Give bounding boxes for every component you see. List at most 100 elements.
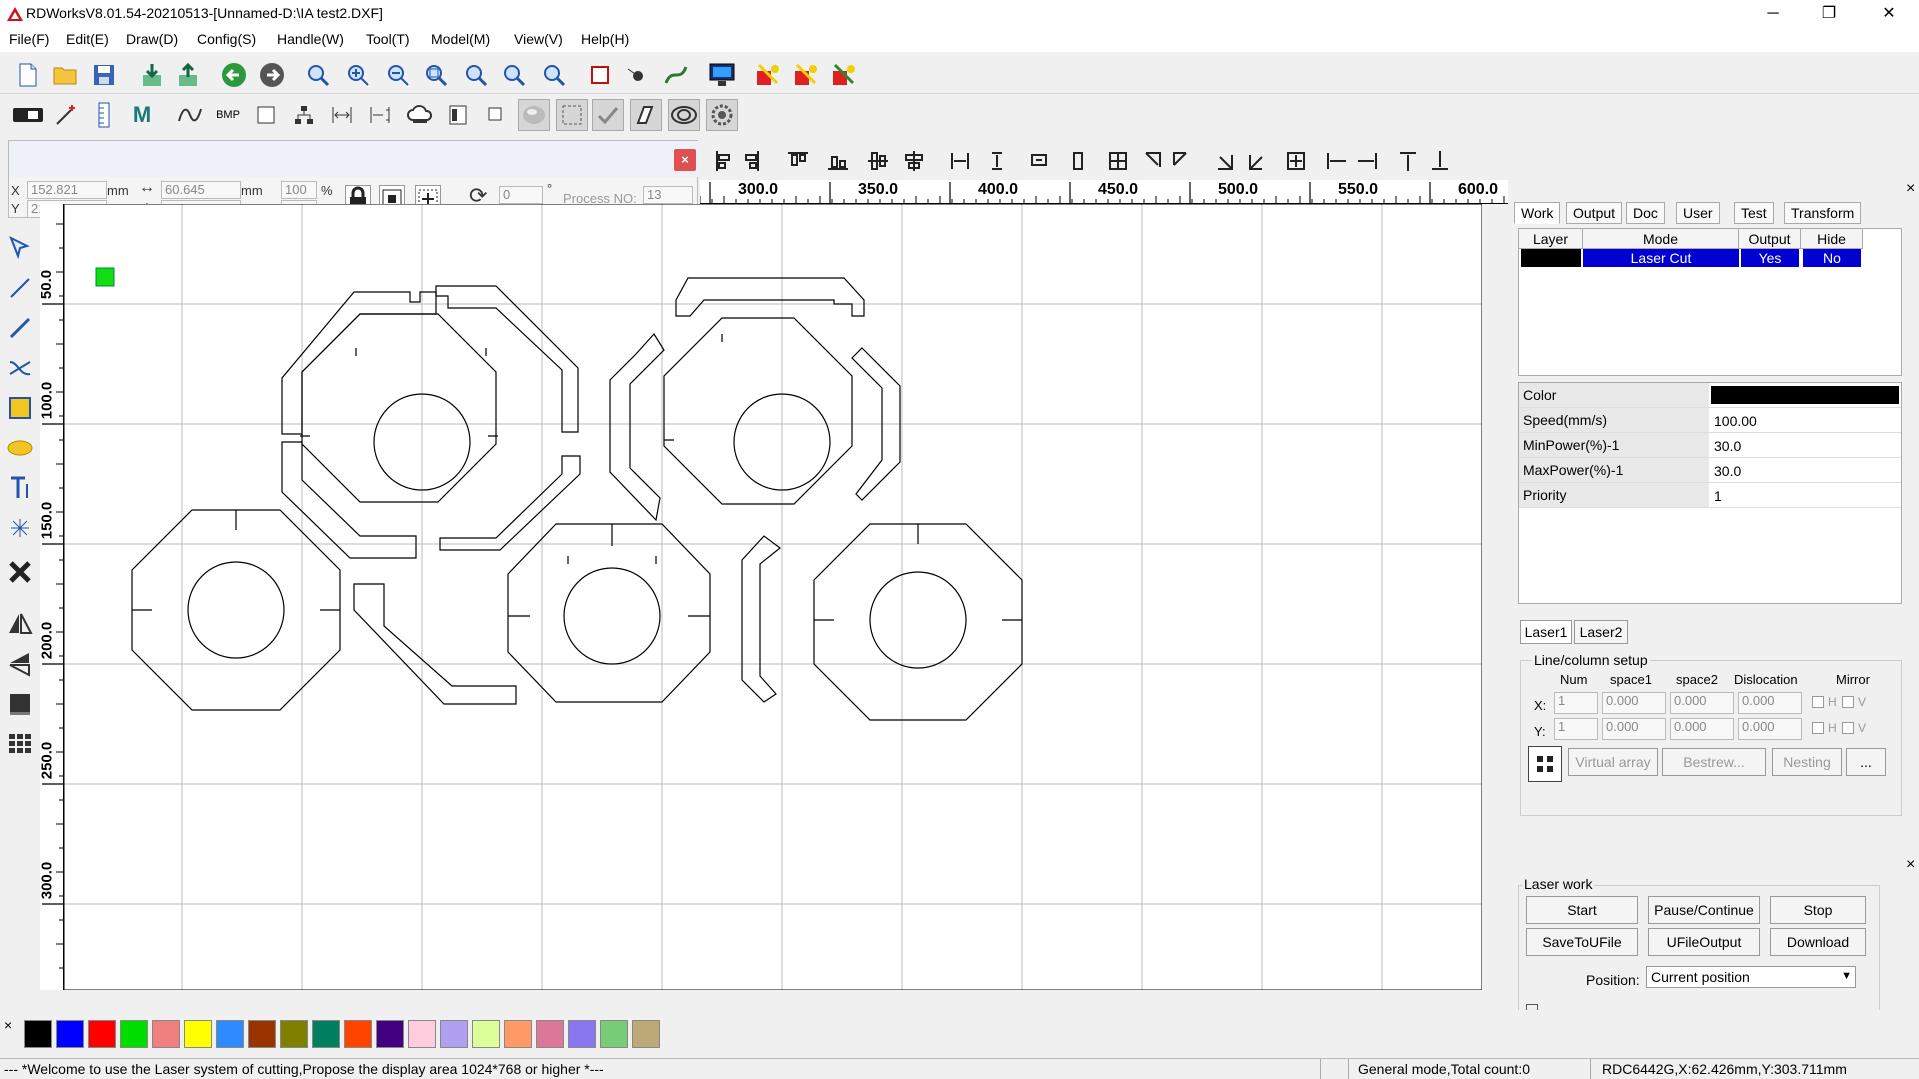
restore-button[interactable]: ❐ [1806, 0, 1852, 28]
monitor-icon[interactable] [706, 59, 738, 91]
menu-file[interactable]: File(F) [9, 31, 49, 47]
x-position-field[interactable]: 152.821 [27, 181, 107, 199]
menu-handle[interactable]: Handle(W) [277, 31, 344, 47]
position-select[interactable]: Current position ▼ [1646, 966, 1856, 988]
move-top-right-icon[interactable] [1173, 152, 1187, 166]
color-swatch[interactable] [632, 1020, 660, 1048]
align-right-icon[interactable] [745, 151, 759, 171]
curve-edit-icon[interactable] [4, 352, 36, 384]
export-icon[interactable] [172, 59, 204, 91]
color-swatch[interactable] [24, 1020, 52, 1048]
mirror-x-v-checkbox[interactable] [1842, 696, 1854, 708]
color-swatch[interactable] [408, 1020, 436, 1048]
height-fit-icon[interactable] [364, 99, 396, 131]
zoom-selected-icon[interactable] [538, 59, 570, 91]
stop-button[interactable]: Stop [1770, 896, 1866, 924]
move-left-icon[interactable] [1327, 153, 1346, 169]
tab-doc[interactable]: Doc [1626, 202, 1665, 224]
mirror-y-v-checkbox[interactable] [1842, 722, 1854, 734]
open-folder-icon[interactable] [50, 59, 82, 91]
menu-config[interactable]: Config(S) [197, 31, 256, 47]
prop-value[interactable]: 1 [1714, 488, 1722, 504]
layer-color-cell[interactable] [1521, 249, 1581, 267]
width-field[interactable]: 60.645 [161, 181, 241, 199]
eraser-icon[interactable] [630, 99, 662, 131]
magic-wand-icon[interactable] [50, 99, 82, 131]
laser-start-icon[interactable] [752, 59, 784, 91]
color-swatch[interactable] [56, 1020, 84, 1048]
zoom-pan-icon[interactable] [302, 59, 334, 91]
y-space1-field[interactable]: 0.000 [1602, 718, 1666, 740]
menu-view[interactable]: View(V) [514, 31, 563, 47]
laser-device-icon[interactable] [10, 99, 46, 131]
point-tool-icon[interactable] [4, 512, 36, 544]
eye-icon[interactable] [668, 99, 700, 131]
path-checkbox[interactable] [1526, 1004, 1538, 1010]
delete-x-icon[interactable] [4, 556, 36, 588]
bitmap-icon[interactable]: BMP [212, 99, 244, 131]
frame-icon[interactable] [584, 59, 616, 91]
menu-draw[interactable]: Draw(D) [126, 31, 178, 47]
color-swatch[interactable] [440, 1020, 468, 1048]
color-swatch[interactable] [344, 1020, 372, 1048]
gear-icon[interactable] [706, 99, 738, 131]
laser-array-icon[interactable] [828, 59, 860, 91]
color-swatch[interactable] [376, 1020, 404, 1048]
tab-work[interactable]: Work [1514, 202, 1561, 224]
rotation-field[interactable]: 0 [499, 186, 543, 204]
part-octagon-5[interactable] [813, 523, 1023, 721]
process-no-field[interactable]: 13 [643, 186, 693, 204]
redo-icon[interactable] [256, 59, 288, 91]
transform-dialog-header[interactable] [9, 141, 699, 177]
image-tool-icon[interactable] [4, 688, 36, 720]
prop-value[interactable]: 100.00 [1714, 413, 1757, 429]
color-swatch[interactable] [88, 1020, 116, 1048]
text-tool-icon[interactable] [4, 472, 36, 504]
new-file-icon[interactable] [12, 59, 44, 91]
menu-tool[interactable]: Tool(T) [366, 31, 410, 47]
tree-icon[interactable] [288, 99, 320, 131]
tab-test[interactable]: Test [1734, 202, 1774, 224]
pause-continue-button[interactable]: Pause/Continue [1648, 896, 1760, 924]
polyline-icon[interactable] [174, 99, 206, 131]
ellipse-tool-icon[interactable] [4, 432, 36, 464]
mirror-horizontal-icon[interactable] [4, 608, 36, 640]
part-bracket-3[interactable] [353, 583, 517, 705]
part-bracket-1[interactable] [281, 285, 581, 559]
download-button[interactable]: Download [1770, 928, 1866, 956]
align-top-icon[interactable] [788, 152, 808, 166]
undo-icon[interactable] [218, 59, 250, 91]
curve-tool-icon[interactable] [660, 59, 692, 91]
x-space1-field[interactable]: 0.000 [1602, 692, 1666, 714]
color-swatch[interactable] [216, 1020, 244, 1048]
align-vcenter-icon[interactable] [868, 152, 888, 170]
layer-output-cell[interactable]: Yes [1741, 249, 1799, 267]
virtual-array-button[interactable]: Virtual array [1568, 748, 1658, 776]
x-num-field[interactable]: 1 [1554, 692, 1598, 714]
bestrew-button[interactable]: Bestrew... [1662, 748, 1766, 776]
document-icon[interactable] [442, 99, 474, 131]
x-space2-field[interactable]: 0.000 [1670, 692, 1734, 714]
drawing-canvas[interactable] [63, 203, 1483, 991]
node-edit-icon[interactable] [622, 59, 654, 91]
save-to-ufile-button[interactable]: SaveToUFile [1526, 928, 1638, 956]
minimize-button[interactable]: ─ [1750, 0, 1796, 28]
mirror-y-h-checkbox[interactable] [1812, 722, 1824, 734]
color-swatch[interactable] [248, 1020, 276, 1048]
part-octagon-2[interactable] [663, 317, 853, 505]
move-right-icon[interactable] [1358, 153, 1377, 169]
scale-width-field[interactable]: 100 [281, 181, 317, 199]
mirror-x-h-checkbox[interactable] [1812, 696, 1824, 708]
align-left-icon[interactable] [716, 151, 730, 171]
dashed-select-icon[interactable] [556, 99, 588, 131]
zoom-in-icon[interactable] [342, 59, 374, 91]
close-window-button[interactable]: ✕ [1866, 0, 1912, 28]
move-center-icon[interactable] [1287, 152, 1305, 170]
color-swatch[interactable] [184, 1020, 212, 1048]
zoom-out-icon[interactable] [382, 59, 414, 91]
move-top-left-icon[interactable] [1145, 152, 1161, 167]
laser2-tab[interactable]: Laser2 [1574, 620, 1628, 644]
select-arrow-icon[interactable] [4, 232, 36, 264]
bubble-icon[interactable] [518, 99, 550, 131]
equal-spacing-v-icon[interactable] [992, 152, 1002, 170]
